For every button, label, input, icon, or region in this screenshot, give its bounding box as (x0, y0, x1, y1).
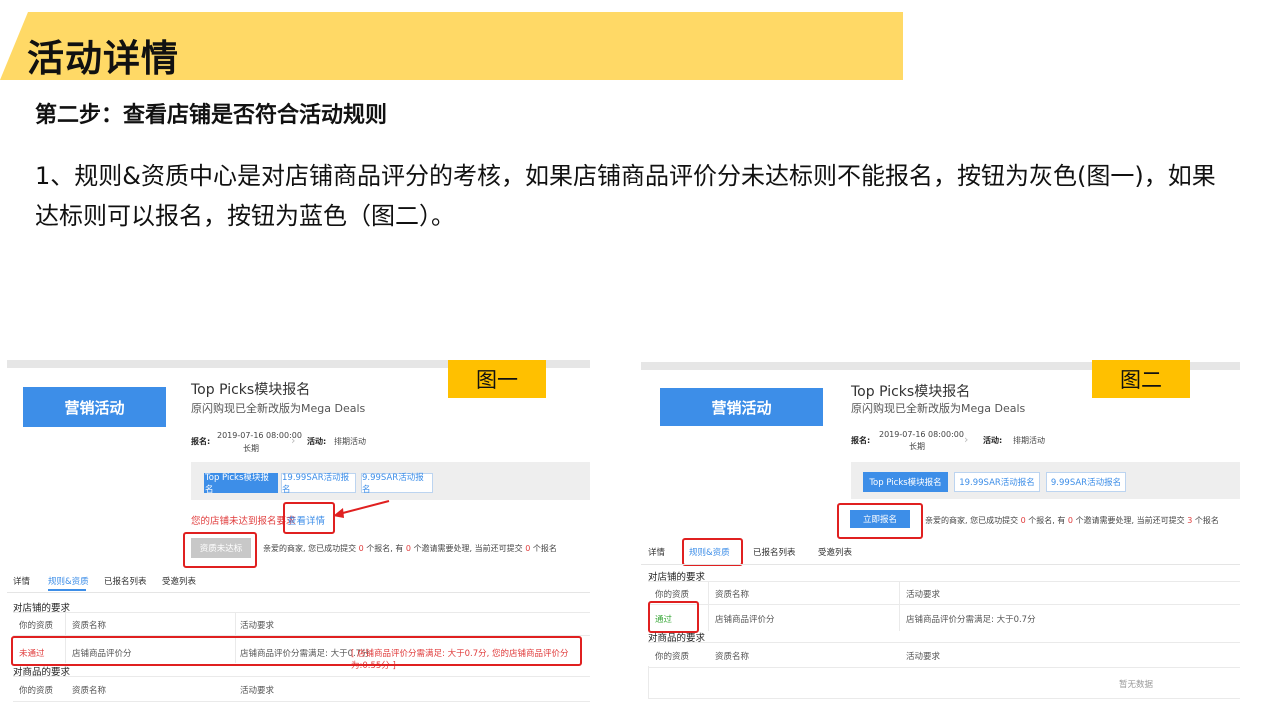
nav-tab-details[interactable]: 详情 (13, 575, 30, 587)
nav-tab-invited[interactable]: 受邀列表 (818, 546, 852, 558)
header-name: 资质名称 (72, 621, 107, 631)
rules-tab-highlight-box (682, 538, 743, 566)
activity-status: 排期活动 (1013, 436, 1045, 445)
chevron-right-icon: › (291, 434, 296, 447)
header-name: 资质名称 (715, 590, 750, 600)
notice-suffix: 个报名 (532, 544, 557, 553)
activity-subtitle: 原闪购现已全新改版为Mega Deals (191, 402, 366, 415)
signup-duration: 长期 (243, 444, 259, 453)
header-qualification: 你的资质 (19, 621, 54, 631)
notice-suffix: 个报名 (1194, 516, 1219, 525)
nav-tab-details[interactable]: 详情 (648, 546, 665, 558)
notice-mid-2: 个邀请需要处理, 当前还可提交 (1075, 516, 1185, 525)
signup-duration: 长期 (909, 442, 925, 451)
tab-9-99-sar[interactable]: 9.99SAR活动报名 (361, 473, 433, 495)
notice-mid-1: 个报名, 有 (366, 544, 404, 553)
tab-19-99-sar[interactable]: 19.99SAR活动报名 (954, 472, 1040, 492)
store-row-name: 店铺商品评价分 (715, 615, 775, 625)
header-qualification: 你的资质 (655, 590, 690, 600)
signup-time: 2019-07-16 08:00:00 (879, 430, 964, 439)
notice-mid-1: 个报名, 有 (1028, 516, 1066, 525)
instruction-paragraph: 1、规则&资质中心是对店铺商品评分的考核，如果店铺商品评价分未达标则不能报名，按… (35, 162, 1216, 230)
nav-divider (641, 564, 1240, 565)
notice-count-invites: 0 (405, 544, 412, 553)
notice-count-submitted: 0 (358, 544, 364, 553)
product-header-qualification: 你的资质 (655, 652, 690, 662)
nav-tab-registered[interactable]: 已报名列表 (104, 575, 147, 587)
nav-tab-invited[interactable]: 受邀列表 (162, 575, 196, 587)
apply-highlight-box (837, 503, 923, 539)
figure-1-tag: 图一 (448, 360, 546, 398)
product-header-requirement: 活动要求 (906, 652, 941, 662)
submission-notice: 亲爱的商家, 您已成功提交 0 个报名, 有 0 个邀请需要处理, 当前还可提交… (263, 543, 557, 554)
arrow-icon (333, 500, 390, 518)
submission-notice: 亲爱的商家, 您已成功提交 0 个报名, 有 0 个邀请需要处理, 当前还可提交… (925, 515, 1219, 526)
empty-data-text: 暂无数据 (1119, 680, 1154, 690)
tab-9-99-sar[interactable]: 9.99SAR活动报名 (1046, 472, 1126, 492)
store-row-requirement: 店铺商品评价分需满足: 大于0.7分 (906, 615, 1036, 625)
store-row-highlight-box (11, 636, 582, 666)
tab-19-99-sar[interactable]: 19.99SAR活动报名 (281, 473, 356, 495)
chevron-right-icon: › (964, 433, 969, 446)
product-header-qualification: 你的资质 (19, 686, 54, 696)
figure-1-screenshot: 营销活动 Top Picks模块报名 原闪购现已全新改版为Mega Deals … (7, 360, 590, 705)
figure-2-screenshot: 营销活动 Top Picks模块报名 原闪购现已全新改版为Mega Deals … (641, 362, 1240, 700)
header-requirement: 活动要求 (906, 590, 941, 600)
notice-mid-2: 个邀请需要处理, 当前还可提交 (413, 544, 523, 553)
marketing-activity-button[interactable]: 营销活动 (660, 388, 823, 426)
activity-title: Top Picks模块报名 (851, 384, 971, 400)
activity-subtitle: 原闪购现已全新改版为Mega Deals (851, 402, 1026, 415)
nav-tab-registered[interactable]: 已报名列表 (753, 546, 796, 558)
nav-tab-underline (48, 589, 86, 591)
product-header-name: 资质名称 (72, 686, 107, 696)
activity-label: 活动: (983, 436, 1003, 445)
activity-status: 排期活动 (334, 437, 366, 446)
col-divider-2 (899, 581, 900, 631)
product-header-requirement: 活动要求 (240, 686, 275, 696)
notice-count-invites: 0 (1067, 516, 1074, 525)
product-header-name: 资质名称 (715, 652, 750, 662)
col-divider-1 (708, 581, 709, 631)
notice-prefix: 亲爱的商家, 您已成功提交 (263, 544, 357, 553)
details-highlight-box (283, 502, 335, 534)
requirement-warning: 您的店铺未达到报名要求 (191, 516, 296, 527)
slide-title: 活动详情 (27, 37, 179, 80)
activity-title: Top Picks模块报名 (191, 382, 311, 398)
notice-count-remaining: 3 (1187, 516, 1193, 525)
marketing-activity-button[interactable]: 营销活动 (23, 387, 166, 427)
figure-2-tag: 图二 (1092, 360, 1190, 398)
nav-divider (7, 592, 590, 593)
header-requirement: 活动要求 (240, 621, 275, 631)
notice-count-remaining: 0 (525, 544, 531, 553)
step-heading: 第二步：查看店铺是否符合活动规则 (35, 103, 388, 128)
signup-label: 报名: (191, 437, 211, 446)
notice-count-submitted: 0 (1020, 516, 1026, 525)
status-highlight-box (648, 601, 699, 633)
tab-top-picks[interactable]: Top Picks模块报名 (204, 473, 278, 495)
activity-label: 活动: (307, 437, 327, 446)
notice-prefix: 亲爱的商家, 您已成功提交 (925, 516, 1019, 525)
signup-time: 2019-07-16 08:00:00 (217, 431, 302, 440)
nav-tab-rules[interactable]: 规则&资质 (48, 575, 89, 587)
signup-label: 报名: (851, 436, 871, 445)
apply-highlight-box (183, 532, 257, 568)
tab-top-picks[interactable]: Top Picks模块报名 (863, 472, 948, 492)
